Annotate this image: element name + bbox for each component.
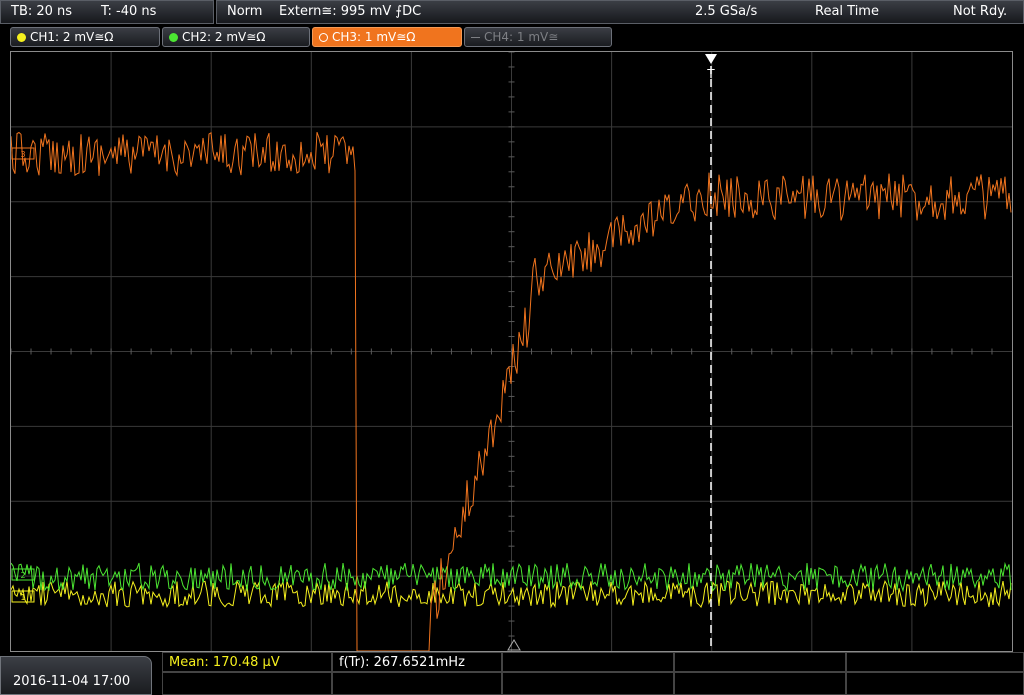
channel-2-indicator-icon [169, 33, 178, 42]
svg-text:2: 2 [20, 571, 25, 580]
channel-3-indicator-icon [319, 33, 328, 42]
waveform-canvas: T 3 2 1 [11, 52, 1012, 651]
measurement-cell-empty-1[interactable] [502, 652, 674, 672]
measurement-cell-empty-3[interactable] [846, 652, 1024, 672]
measurement-cell-empty-6[interactable] [502, 672, 674, 695]
trigger-time-readout: T: -40 ns [101, 4, 157, 19]
channel-1-indicator-icon [17, 33, 26, 42]
trigger-arrow-icon [705, 54, 717, 64]
measurement-cell-freq[interactable]: f(Tr): 267.6521mHz [332, 652, 502, 672]
measurement-cell-mean[interactable]: Mean: 170.48 µV [162, 652, 332, 672]
measurement-cell-empty-4[interactable] [162, 672, 332, 695]
svg-text:1: 1 [20, 593, 25, 602]
channel-1-tab[interactable]: CH1: 2 mV≅Ω [10, 27, 160, 47]
measurement-frequency: f(Tr): 267.6521mHz [339, 655, 465, 670]
trigger-source: Extern≅: 995 mV ⨍DC [279, 4, 422, 19]
channel-3-tab[interactable]: CH3: 1 mV≅Ω [312, 27, 462, 47]
trigger-mode: Norm [227, 4, 263, 19]
sample-rate: 2.5 GSa/s [695, 4, 758, 19]
timebase-readout: TB: 20 ns [11, 4, 73, 19]
channel-3-label: CH3: 1 mV≅Ω [332, 30, 416, 44]
channel-4-off-icon [471, 37, 480, 38]
measurement-panel[interactable]: Mean: 170.48 µV f(Tr): 267.6521mHz [162, 652, 1024, 695]
measurement-cell-empty-8[interactable] [846, 672, 1024, 695]
acquisition-status: Not Rdy. [953, 4, 1008, 19]
measurement-cell-empty-5[interactable] [332, 672, 502, 695]
waveform-display[interactable]: T 3 2 1 [10, 51, 1013, 652]
timebase-panel[interactable]: TB: 20 ns T: -40 ns [0, 0, 214, 24]
channel-2-label: CH2: 2 mV≅Ω [182, 30, 266, 44]
channel-1-label: CH1: 2 mV≅Ω [30, 30, 114, 44]
trigger-panel[interactable]: Norm Extern≅: 995 mV ⨍DC 2.5 GSa/s Real … [216, 0, 1024, 24]
trigger-marker-label: T [707, 66, 715, 81]
channel-2-tab[interactable]: CH2: 2 mV≅Ω [162, 27, 310, 47]
measurement-mean: Mean: 170.48 µV [169, 655, 280, 670]
channel-4-label: CH4: 1 mV≅ [484, 30, 559, 44]
measurement-cell-empty-2[interactable] [674, 652, 846, 672]
datetime-panel: 2016-11-04 17:00 [0, 656, 152, 695]
datetime-readout: 2016-11-04 17:00 [13, 674, 131, 689]
trigger-level-marker-icon [507, 639, 521, 651]
acquisition-mode: Real Time [815, 4, 879, 19]
channel-4-tab[interactable]: CH4: 1 mV≅ [464, 27, 612, 47]
graticule-ticks [11, 52, 993, 637]
measurement-cell-empty-7[interactable] [674, 672, 846, 695]
svg-text:3: 3 [20, 150, 25, 159]
